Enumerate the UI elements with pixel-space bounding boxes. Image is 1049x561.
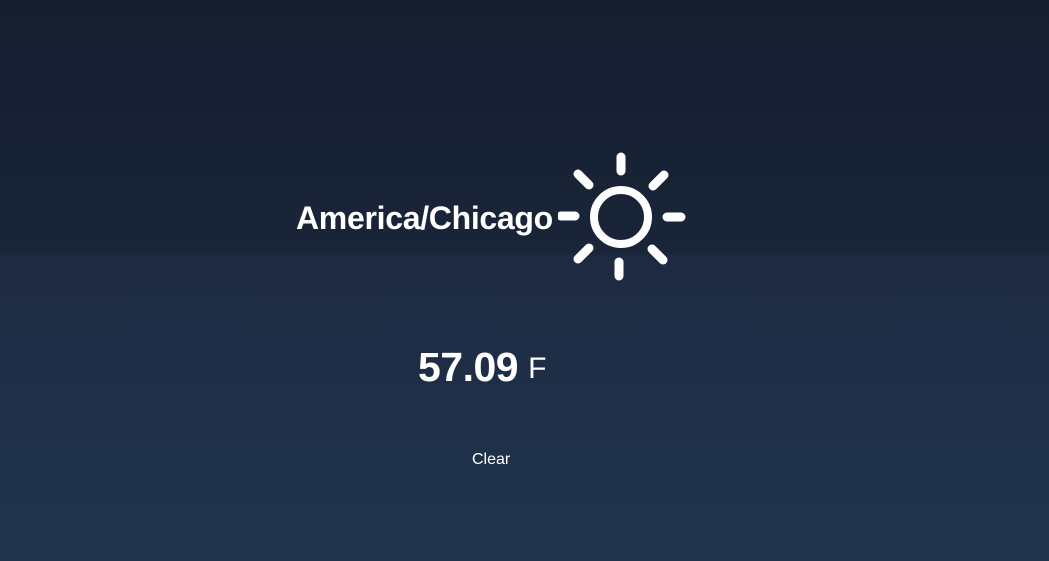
temperature-readout: 57.09 F: [418, 342, 546, 402]
weather-card: America/Chicago 57.09 F Clear: [0, 0, 1049, 561]
temperature-unit: F: [528, 352, 547, 385]
location-row: America/Chicago: [294, 150, 694, 285]
sun-icon: [558, 152, 686, 281]
temperature-value: 57.09: [418, 344, 519, 390]
location-name: America/Chicago: [296, 200, 553, 236]
weather-condition: Clear: [472, 451, 511, 468]
